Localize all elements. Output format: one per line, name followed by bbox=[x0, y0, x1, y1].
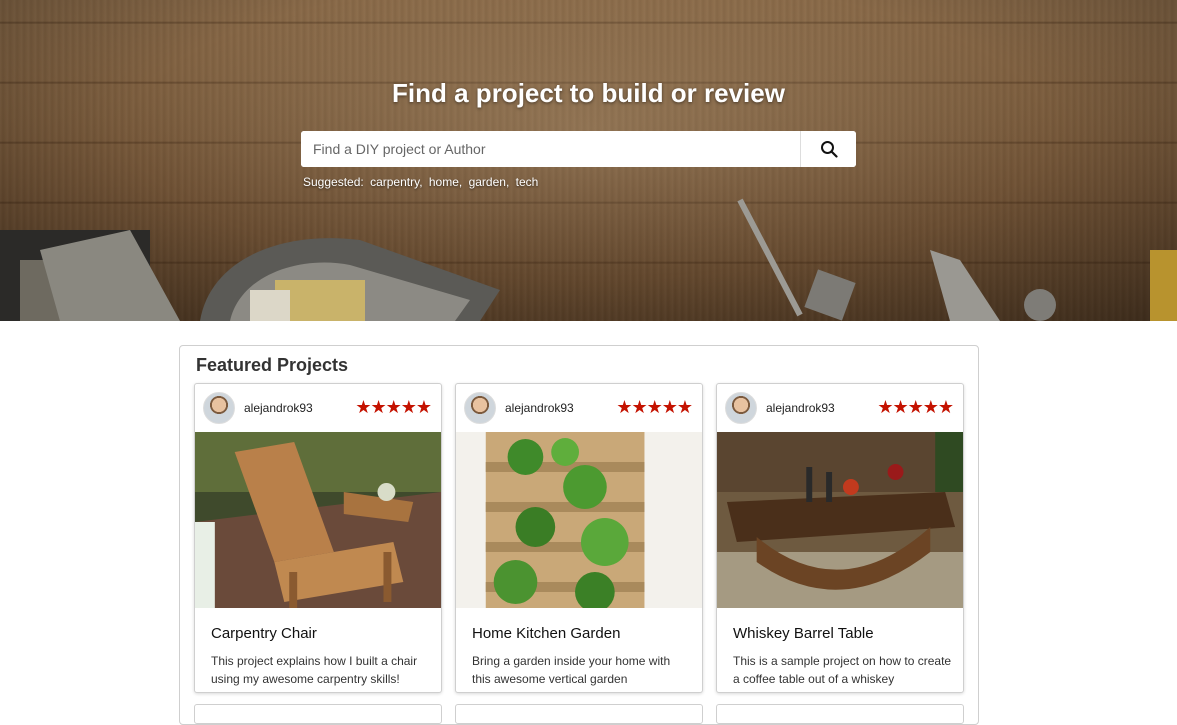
project-card-partial[interactable] bbox=[716, 704, 964, 724]
suggested-tag-tech[interactable]: tech bbox=[516, 175, 539, 189]
pliers-icon bbox=[930, 250, 1177, 321]
search-button[interactable] bbox=[800, 131, 856, 167]
project-image-barrel-table[interactable] bbox=[717, 432, 963, 608]
hero-banner: Find a project to build or review Sugges… bbox=[0, 0, 1177, 321]
suggested-tag-home[interactable]: home bbox=[429, 175, 459, 189]
project-card-home-kitchen-garden[interactable]: alejandrok93 ★★★★★ Home Kitchen Garden B… bbox=[455, 383, 703, 693]
project-card-whiskey-barrel-table[interactable]: alejandrok93 ★★★★★ Whiskey Barrel Table … bbox=[716, 383, 964, 693]
project-card-carpentry-chair[interactable]: alejandrok93 ★★★★★ Carpentry Chair This … bbox=[194, 383, 442, 693]
card-description: Bring a garden inside your home with thi… bbox=[472, 654, 671, 686]
suggested-label: Suggested: bbox=[303, 175, 364, 189]
avatar[interactable] bbox=[464, 392, 496, 424]
project-card-partial[interactable] bbox=[194, 704, 442, 724]
card-title[interactable]: Home Kitchen Garden bbox=[472, 625, 620, 642]
project-card-partial[interactable] bbox=[455, 704, 703, 724]
search-icon bbox=[820, 141, 838, 158]
card-header: alejandrok93 ★★★★★ bbox=[195, 384, 441, 433]
hammer-icon bbox=[0, 230, 500, 321]
card-title[interactable]: Carpentry Chair bbox=[211, 625, 317, 642]
search-bar bbox=[301, 131, 856, 167]
card-header: alejandrok93 ★★★★★ bbox=[717, 384, 963, 433]
screwdriver-icon bbox=[737, 198, 856, 321]
featured-heading: Featured Projects bbox=[196, 355, 349, 375]
card-description: This project explains how I built a chai… bbox=[211, 654, 418, 686]
featured-projects: Featured Projects alejandrok93 ★★★★★ Car… bbox=[179, 345, 979, 725]
search-input[interactable] bbox=[301, 131, 800, 167]
suggested-tag-garden[interactable]: garden bbox=[469, 175, 506, 189]
card-title[interactable]: Whiskey Barrel Table bbox=[733, 625, 874, 642]
suggested-tags: Suggested: carpentry, home, garden, tech bbox=[303, 175, 539, 189]
project-image-garden[interactable] bbox=[456, 432, 702, 608]
author-name[interactable]: alejandrok93 bbox=[766, 401, 835, 415]
project-image-chair[interactable] bbox=[195, 432, 441, 608]
author-name[interactable]: alejandrok93 bbox=[505, 401, 574, 415]
suggested-tag-carpentry[interactable]: carpentry bbox=[370, 175, 419, 189]
star-rating: ★★★★★ bbox=[355, 397, 432, 417]
card-header: alejandrok93 ★★★★★ bbox=[456, 384, 702, 433]
author-name[interactable]: alejandrok93 bbox=[244, 401, 313, 415]
avatar[interactable] bbox=[725, 392, 757, 424]
star-rating: ★★★★★ bbox=[877, 397, 954, 417]
hero-title: Find a project to build or review bbox=[392, 78, 785, 108]
avatar[interactable] bbox=[203, 392, 235, 424]
star-rating: ★★★★★ bbox=[616, 397, 693, 417]
card-description: This is a sample project on how to creat… bbox=[733, 654, 952, 686]
